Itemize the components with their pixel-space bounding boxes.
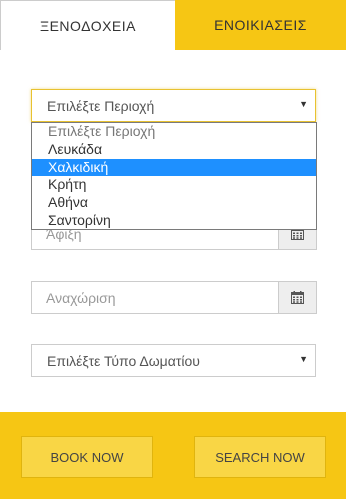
region-select-value: Επιλέξτε Περιοχή xyxy=(47,97,155,114)
departure-placeholder: Αναχώριση xyxy=(46,289,116,306)
caret-down-icon: ▼ xyxy=(299,99,308,109)
region-option[interactable]: Κρήτη xyxy=(32,176,316,194)
region-option[interactable]: Επιλέξτε Περιοχή xyxy=(32,123,316,141)
region-dropdown-list[interactable]: Επιλέξτε Περιοχή Λευκάδα Χαλκιδική Κρήτη… xyxy=(31,122,317,230)
departure-date-group: Αναχώριση xyxy=(31,281,317,314)
calendar-icon xyxy=(291,291,304,304)
search-now-button[interactable]: SEARCH NOW xyxy=(194,436,326,478)
tab-bar: ΞΕΝΟΔΟΧΕΙΑ ΕΝΟΙΚΙΑΣΕΙΣ xyxy=(0,0,346,50)
region-option-highlighted[interactable]: Χαλκιδική xyxy=(32,158,316,177)
footer-bar: BOOK NOW SEARCH NOW xyxy=(0,412,346,499)
region-option[interactable]: Λευκάδα xyxy=(32,141,316,159)
region-select[interactable]: Επιλέξτε Περιοχή ▼ xyxy=(31,89,316,122)
region-option[interactable]: Αθήνα xyxy=(32,194,316,212)
caret-down-icon: ▼ xyxy=(299,354,308,364)
room-type-select-value: Επιλέξτε Τύπο Δωματίου xyxy=(47,352,200,369)
room-type-select[interactable]: Επιλέξτε Τύπο Δωματίου ▼ xyxy=(31,344,316,377)
book-now-button[interactable]: BOOK NOW xyxy=(21,436,153,478)
departure-input[interactable]: Αναχώριση xyxy=(31,281,279,314)
departure-calendar-button[interactable] xyxy=(278,281,317,314)
tab-hotels[interactable]: ΞΕΝΟΔΟΧΕΙΑ xyxy=(0,0,175,50)
region-option[interactable]: Σαντορίνη xyxy=(32,212,316,230)
tab-rentals[interactable]: ΕΝΟΙΚΙΑΣΕΙΣ xyxy=(175,0,346,50)
